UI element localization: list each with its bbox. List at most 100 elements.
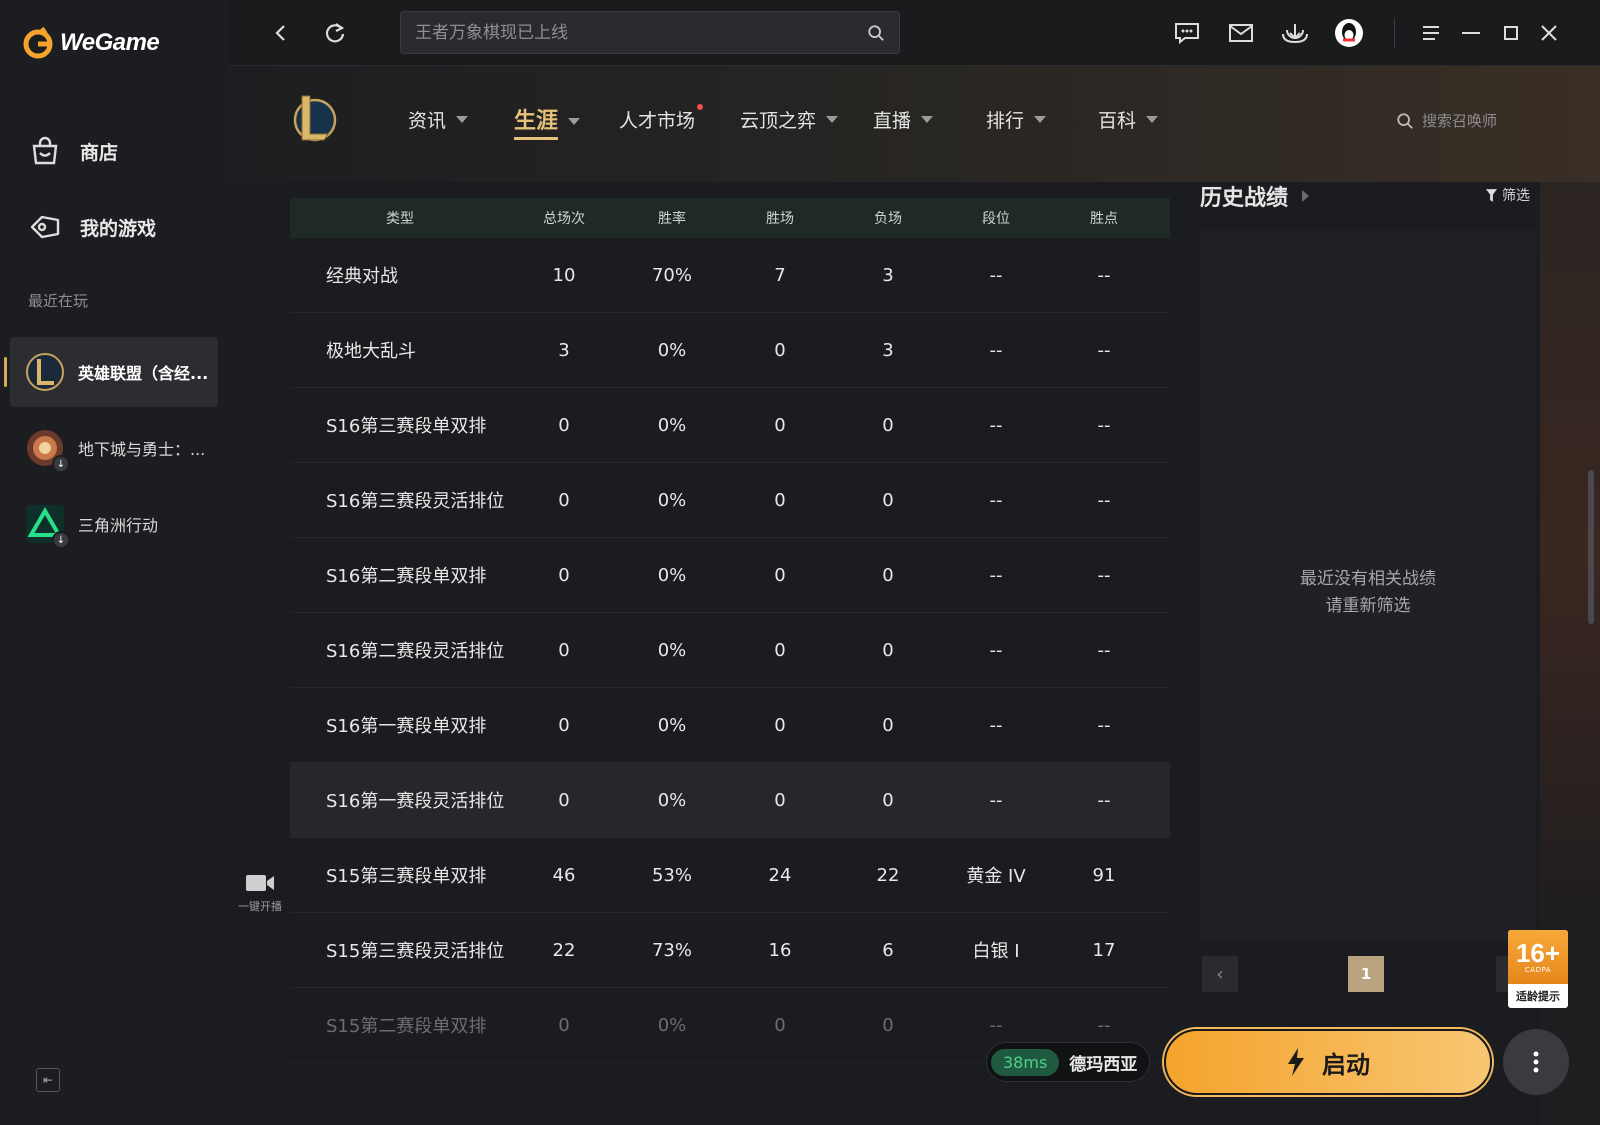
table-cell: S16第三赛段单双排 [326, 416, 487, 437]
table-cell: 7 [774, 264, 786, 286]
table-cell: 10 [552, 264, 576, 286]
global-search[interactable] [400, 11, 900, 54]
live-label: 一键开播 [238, 900, 282, 913]
nav-my-games[interactable]: 我的游戏 [28, 210, 156, 244]
chevron-down-icon [826, 116, 839, 123]
table-row[interactable]: S16第二赛段灵活排位 0 0% 0 0 -- -- [290, 613, 1170, 688]
chat-icon[interactable] [1172, 18, 1202, 48]
page-number[interactable]: 1 [1348, 956, 1384, 992]
search-icon[interactable] [867, 24, 885, 42]
collapse-sidebar-icon[interactable]: ⇤ [36, 1068, 60, 1092]
wegame-logo-icon [23, 26, 53, 59]
table-cell: S16第一赛段单双排 [326, 716, 487, 737]
table-cell: 0 [558, 639, 570, 661]
table-row[interactable]: S15第三赛段单双排 46 53% 24 22 黄金 IV 91 [290, 838, 1170, 913]
table-cell: 46 [552, 864, 576, 886]
table-row[interactable]: S16第三赛段灵活排位 0 0% 0 0 -- -- [290, 463, 1170, 538]
header-rank: 段位 [982, 211, 1010, 227]
recent-game-dnf[interactable]: ↓ 地下城与勇士：... [10, 413, 218, 483]
recent-game-lol[interactable]: 英雄联盟（含经... [4, 337, 218, 407]
nav-my-games-label: 我的游戏 [80, 217, 157, 240]
back-icon[interactable] [266, 18, 296, 48]
history-title[interactable]: 历史战绩 [1200, 180, 1310, 212]
game-name: 地下城与勇士：... [78, 440, 206, 459]
header-winrate: 胜率 [658, 211, 686, 227]
prev-page-icon[interactable]: ‹ [1202, 956, 1238, 992]
header-total: 总场次 [543, 211, 585, 227]
table-cell: -- [989, 339, 1003, 361]
more-options-icon[interactable] [1503, 1029, 1569, 1095]
avatar[interactable] [1334, 18, 1364, 48]
shop-bag-icon [32, 136, 58, 165]
sidebar: WeGame 商店 我的游戏 最近在玩 英雄联盟（含经... ↓ 地下城与勇士：… [0, 0, 228, 1125]
minimize-icon[interactable] [1456, 18, 1486, 48]
tab-news[interactable]: 资讯 [408, 106, 469, 133]
summoner-search[interactable]: 搜索召唤师 [1396, 110, 1497, 131]
table-row[interactable]: S15第三赛段灵活排位 22 73% 16 6 白银 I 17 [290, 913, 1170, 988]
one-click-live-button[interactable]: 一键开播 [232, 872, 288, 914]
table-cell: 0 [774, 339, 786, 361]
table-cell: 0 [774, 414, 786, 436]
scrollbar[interactable] [1588, 470, 1594, 624]
table-cell: 53% [651, 864, 692, 886]
download-manager-icon[interactable] [1280, 18, 1310, 48]
ranked-stats-table: 类型 总场次 胜率 胜场 负场 段位 胜点 经典对战 10 70% 7 3 -- -- 极地大… [290, 198, 1170, 1063]
top-bar [228, 0, 1600, 66]
table-cell: 3 [882, 264, 894, 286]
table-cell: 0 [558, 489, 570, 511]
table-cell: 24 [768, 864, 792, 886]
age-rating-label: 适龄提示 [1516, 990, 1560, 1003]
age-rating-org: CADPA [1524, 966, 1552, 974]
table-cell: 0 [882, 1014, 894, 1036]
table-cell: 0 [558, 564, 570, 586]
table-cell: S15第二赛段单双排 [326, 1016, 487, 1037]
table-cell: 6 [882, 939, 894, 961]
recent-game-delta-force[interactable]: ↓ 三角洲行动 [10, 489, 218, 559]
tab-talent-market[interactable]: 人才市场 [619, 104, 704, 133]
app-logo[interactable]: WeGame [22, 26, 160, 60]
start-game-button[interactable]: 启动 [1164, 1029, 1492, 1095]
video-camera-icon [246, 875, 274, 891]
table-cell: 0 [882, 714, 894, 736]
delta-force-icon: ↓ [24, 503, 70, 549]
tab-wiki[interactable]: 百科 [1098, 106, 1159, 133]
table-row[interactable]: S16第一赛段灵活排位 0 0% 0 0 -- -- [290, 763, 1170, 838]
app-name: WeGame [60, 29, 160, 56]
table-cell: -- [1097, 789, 1111, 811]
tab-tft[interactable]: 云顶之弈 [740, 106, 839, 133]
table-row[interactable]: S16第一赛段单双排 0 0% 0 0 -- -- [290, 688, 1170, 763]
table-cell: -- [989, 1014, 1003, 1036]
table-row[interactable]: S16第三赛段单双排 0 0% 0 0 -- -- [290, 388, 1170, 463]
table-cell: S16第一赛段灵活排位 [326, 791, 505, 812]
table-cell: 0 [882, 489, 894, 511]
table-cell: 73% [651, 939, 692, 961]
server-selector[interactable]: 38ms 德玛西亚 [986, 1042, 1151, 1082]
tab-live[interactable]: 直播 [873, 106, 934, 133]
chevron-down-icon [1146, 116, 1159, 123]
table-cell: -- [1097, 564, 1111, 586]
header-wins: 胜场 [766, 211, 794, 227]
filter-icon [1486, 188, 1497, 202]
table-cell: S16第二赛段灵活排位 [326, 641, 505, 662]
maximize-icon[interactable] [1496, 18, 1526, 48]
chevron-down-icon [1034, 116, 1047, 123]
menu-icon[interactable] [1416, 18, 1446, 48]
table-cell: 3 [558, 339, 570, 361]
tab-ranking[interactable]: 排行 [986, 106, 1047, 133]
global-search-input[interactable] [415, 22, 867, 43]
refresh-icon[interactable] [320, 18, 350, 48]
summoner-search-placeholder: 搜索召唤师 [1422, 112, 1498, 130]
lol-logo-icon[interactable] [288, 90, 338, 146]
table-cell: 经典对战 [326, 266, 398, 287]
age-rating-badge[interactable]: 16+ CADPA 适龄提示 [1508, 930, 1568, 1008]
mail-icon[interactable] [1226, 18, 1256, 48]
table-row[interactable]: 经典对战 10 70% 7 3 -- -- [290, 238, 1170, 313]
close-icon[interactable] [1534, 18, 1564, 48]
table-cell: 0 [774, 639, 786, 661]
tab-career[interactable]: 生涯 [514, 103, 581, 140]
filter-button[interactable]: 筛选 [1486, 185, 1530, 205]
age-rating-number: 16+ [1515, 938, 1561, 968]
table-row[interactable]: 极地大乱斗 3 0% 0 3 -- -- [290, 313, 1170, 388]
nav-shop[interactable]: 商店 [28, 134, 118, 168]
table-row[interactable]: S16第二赛段单双排 0 0% 0 0 -- -- [290, 538, 1170, 613]
